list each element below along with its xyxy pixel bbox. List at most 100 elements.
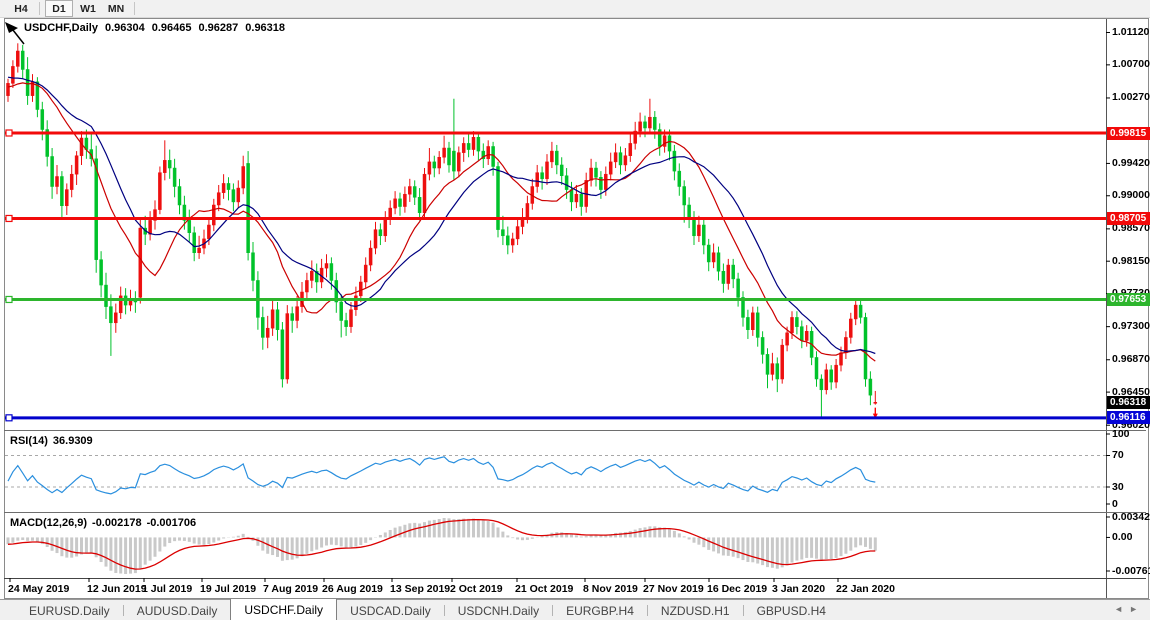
level-line-handle[interactable] — [6, 130, 12, 136]
tab-gbpusd-h4[interactable]: GBPUSD.H4 — [744, 600, 839, 620]
candle-body — [271, 310, 274, 328]
tab-scroll-arrows[interactable]: ◄► — [1114, 604, 1144, 614]
candle-body — [296, 307, 299, 321]
candle-body — [541, 173, 544, 179]
candle-body — [173, 168, 176, 186]
tab-eurusd-daily[interactable]: EURUSD.Daily — [16, 600, 123, 620]
candle-body — [751, 313, 754, 330]
candle-body — [428, 162, 431, 174]
candle-body — [717, 253, 720, 271]
candle-body — [364, 265, 367, 282]
symbol-period-label: USDCHF,Daily — [24, 22, 98, 34]
level-line-handle[interactable] — [6, 215, 12, 221]
candle-body — [727, 265, 730, 283]
ohlc-high: 0.96465 — [152, 22, 192, 34]
candle-body — [95, 159, 98, 260]
rsi-line — [8, 457, 875, 494]
candle-body — [413, 187, 416, 198]
candle-body — [374, 230, 377, 248]
candle-body — [467, 143, 470, 149]
chart-window-frame — [5, 19, 1149, 599]
candle-body — [56, 177, 59, 187]
tab-scroll-left-icon[interactable]: ◄ — [1114, 604, 1129, 614]
candle-body — [158, 173, 161, 210]
candle-body — [345, 320, 348, 326]
candle-body — [7, 83, 10, 95]
candle-body — [369, 248, 372, 265]
tab-audusd-daily[interactable]: AUDUSD.Daily — [124, 600, 231, 620]
candle-body — [100, 260, 103, 285]
candle-body — [595, 168, 598, 177]
candle-body — [109, 307, 112, 323]
candle-body — [874, 402, 877, 403]
candle-body — [869, 379, 872, 395]
candle-body — [840, 353, 843, 365]
candle-body — [555, 151, 558, 165]
ma-fast-line — [8, 83, 875, 361]
candle-body — [844, 337, 847, 352]
rsi-label: RSI(14)36.9309 — [10, 435, 98, 447]
candle-body — [472, 137, 475, 149]
candle-body — [815, 357, 818, 379]
candle-body — [781, 345, 784, 379]
candle-body — [580, 194, 583, 206]
tab-usdcad-daily[interactable]: USDCAD.Daily — [337, 600, 444, 620]
candle-body — [350, 310, 353, 327]
candle-body — [276, 310, 279, 330]
candle-body — [114, 313, 117, 323]
candle-body — [198, 248, 201, 253]
ohlc-low: 0.96287 — [199, 22, 239, 34]
candle-body — [261, 317, 264, 337]
candle-body — [193, 233, 196, 253]
candle-body — [854, 305, 857, 319]
candle-body — [418, 197, 421, 212]
candle-body — [536, 173, 539, 187]
candle-body — [497, 166, 500, 229]
candle-body — [286, 314, 289, 379]
ohlc-open: 0.96304 — [105, 22, 145, 34]
candle-body — [835, 365, 838, 382]
candle-body — [207, 225, 210, 239]
candle-body — [825, 370, 828, 390]
candle-body — [756, 313, 759, 338]
candle-body — [546, 162, 549, 179]
candle-body — [501, 230, 504, 236]
candle-body — [75, 156, 78, 174]
candle-body — [849, 319, 852, 337]
candle-body — [330, 264, 333, 281]
candle-body — [639, 122, 642, 131]
candle-body — [70, 174, 73, 189]
candle-body — [26, 69, 29, 95]
candle-body — [722, 271, 725, 283]
candle-body — [212, 205, 215, 225]
candle-body — [227, 183, 230, 189]
level-line-handle[interactable] — [6, 296, 12, 302]
candle-body — [291, 314, 294, 321]
candle-body — [149, 220, 152, 234]
candle-body — [80, 138, 83, 156]
candle-body — [60, 177, 63, 206]
candle-body — [242, 166, 245, 188]
candle-body — [139, 228, 142, 297]
candle-body — [864, 317, 867, 379]
candle-body — [604, 174, 607, 189]
candle-body — [678, 171, 681, 186]
tab-nzdusd-h1[interactable]: NZDUSD.H1 — [648, 600, 743, 620]
candle-body — [448, 148, 451, 165]
candle-body — [795, 317, 798, 326]
candle-body — [575, 194, 578, 202]
candle-body — [830, 370, 833, 382]
candle-body — [247, 163, 250, 252]
candle-body — [859, 305, 862, 317]
candle-body — [379, 230, 382, 236]
level-line-handle[interactable] — [6, 415, 12, 421]
candle-body — [423, 174, 426, 213]
tab-eurgbp-h4[interactable]: EURGBP.H4 — [553, 600, 647, 620]
candle-body — [252, 253, 255, 281]
candle-body — [452, 151, 455, 171]
candle-body — [310, 271, 313, 280]
candle-body — [462, 143, 465, 152]
tab-usdchf-daily[interactable]: USDCHF.Daily — [230, 599, 337, 620]
tab-usdcnh-daily[interactable]: USDCNH.Daily — [445, 600, 552, 620]
tab-scroll-right-icon[interactable]: ► — [1129, 604, 1144, 614]
